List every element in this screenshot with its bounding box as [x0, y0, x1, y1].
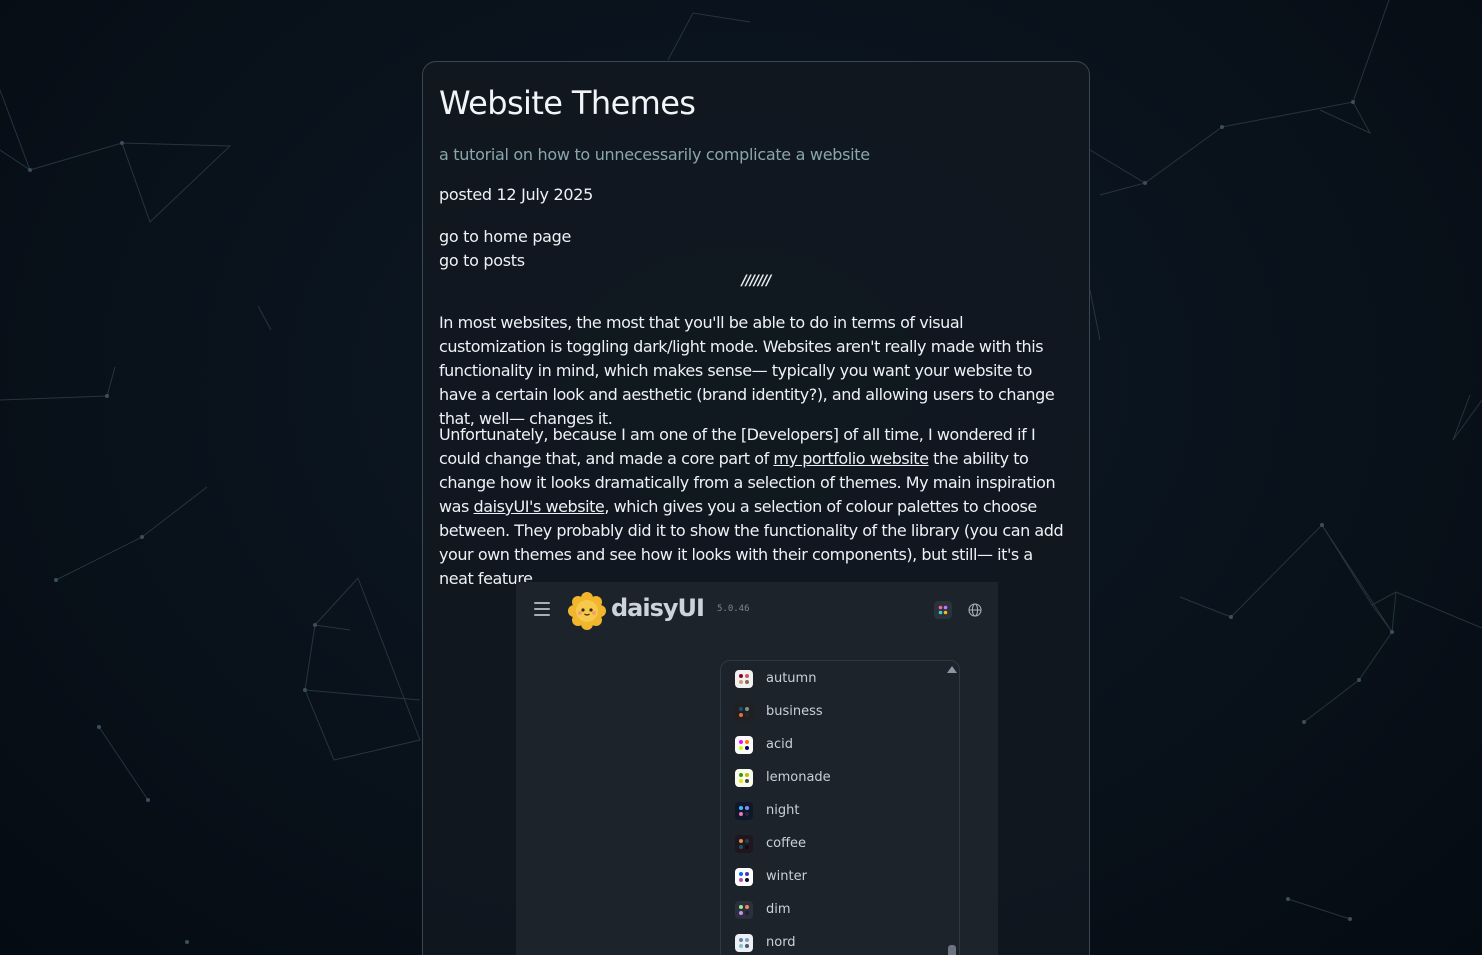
daisyui-website-link[interactable]: daisyUI's website	[474, 497, 605, 516]
portfolio-link[interactable]: my portfolio website	[773, 449, 929, 468]
scrollbar-thumb[interactable]	[948, 945, 956, 955]
paragraph-inspiration: Unfortunately, because I am one of the […	[439, 423, 1067, 591]
theme-option-night[interactable]: night	[735, 800, 935, 822]
theme-swatch-icon	[735, 901, 753, 919]
theme-option-nord[interactable]: nord	[735, 932, 935, 954]
version-label: 5.0.46	[717, 604, 750, 614]
post-subtitle: a tutorial on how to unnecessarily compl…	[439, 145, 870, 164]
page-title: Website Themes	[439, 84, 696, 122]
theme-option-label: coffee	[766, 836, 807, 851]
post-navigation: go to home page go to posts	[439, 225, 571, 273]
theme-swatch-icon	[735, 868, 753, 886]
post-date: posted 12 July 2025	[439, 185, 593, 204]
theme-option-acid[interactable]: acid	[735, 734, 935, 756]
theme-swatch-icon	[735, 769, 753, 787]
theme-option-label: business	[766, 704, 823, 719]
theme-option-label: lemonade	[766, 770, 831, 785]
post-card: Website Themes a tutorial on how to unne…	[422, 61, 1090, 955]
theme-swatch-icon	[735, 802, 753, 820]
theme-option-label: autumn	[766, 671, 817, 686]
daisyui-brand-name: daisyUI	[611, 594, 705, 622]
theme-swatch-icon	[735, 934, 753, 952]
posts-link[interactable]: go to posts	[439, 249, 571, 273]
theme-option-coffee[interactable]: coffee	[735, 833, 935, 855]
theme-option-business[interactable]: business	[735, 701, 935, 723]
scroll-up-icon[interactable]	[947, 666, 957, 673]
theme-option-label: acid	[766, 737, 793, 752]
theme-option-dim[interactable]: dim	[735, 899, 935, 921]
theme-option-label: night	[766, 803, 800, 818]
theme-dropdown[interactable]: autumn business acid lemonade night coffee win…	[720, 660, 960, 955]
theme-option-autumn[interactable]: autumn	[735, 668, 935, 690]
theme-option-label: nord	[766, 935, 796, 950]
daisyui-screenshot: daisyUI 5.0.46 autumn business acid lemonad…	[516, 582, 998, 955]
theme-swatch-icon	[735, 670, 753, 688]
hamburger-menu-icon	[534, 602, 550, 616]
section-divider: ///////	[741, 273, 772, 289]
theme-swatch-icon	[735, 835, 753, 853]
theme-option-winter[interactable]: winter	[735, 866, 935, 888]
theme-swatch-icon	[735, 736, 753, 754]
home-page-link[interactable]: go to home page	[439, 225, 571, 249]
daisyui-logo-icon	[568, 592, 606, 630]
palette-icon	[934, 601, 952, 619]
theme-option-label: dim	[766, 902, 791, 917]
globe-icon	[968, 603, 982, 617]
theme-swatch-icon	[735, 703, 753, 721]
paragraph-intro: In most websites, the most that you'll b…	[439, 313, 1055, 428]
theme-option-label: winter	[766, 869, 807, 884]
theme-option-lemonade[interactable]: lemonade	[735, 767, 935, 789]
